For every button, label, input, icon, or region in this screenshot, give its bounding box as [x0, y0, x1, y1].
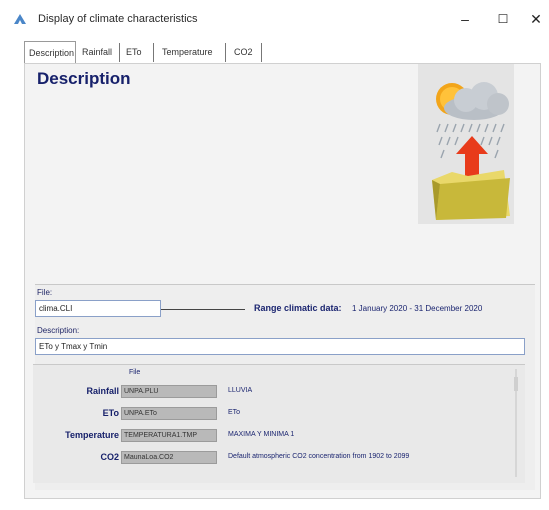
rainfall-file-field: UNPA.PLU [121, 385, 217, 398]
description-label: Description: [37, 326, 80, 335]
co2-description: Default atmospheric CO2 concentration fr… [228, 453, 410, 460]
range-connector-line [161, 309, 245, 310]
scrollbar[interactable] [511, 367, 521, 479]
eto-file-field: UNPA.ETo [121, 407, 217, 420]
eto-row-label: ETo [102, 408, 119, 418]
page-title: Description [37, 69, 131, 88]
window-title: Display of climate characteristics [38, 13, 198, 25]
tab-co2[interactable]: CO2 [230, 43, 262, 62]
climate-window: Display of climate characteristics – ☐ ✕… [0, 0, 549, 510]
range-label: Range climatic data: [254, 303, 342, 313]
tab-eto[interactable]: ETo [122, 43, 154, 62]
tab-temperature[interactable]: Temperature [158, 43, 226, 62]
app-icon [14, 14, 26, 24]
co2-file-field: MaunaLoa.CO2 [121, 451, 217, 464]
description-field[interactable]: ETo y Tmax y Tmin [35, 338, 525, 355]
file-field[interactable]: clima.CLI [35, 300, 161, 317]
maximize-button[interactable]: ☐ [488, 6, 518, 32]
title-bar[interactable]: Display of climate characteristics – ☐ ✕ [0, 0, 549, 38]
weather-folder-icon [418, 64, 514, 224]
file-column-header: File [129, 369, 141, 376]
range-value: 1 January 2020 - 31 December 2020 [352, 304, 483, 313]
temperature-file-field: TEMPERATURA1.TMP [121, 429, 217, 442]
file-label: File: [37, 288, 53, 297]
eto-description: ETo [228, 409, 241, 416]
rainfall-description: LLUVIA [228, 387, 253, 394]
tab-rainfall[interactable]: Rainfall [78, 43, 120, 62]
climate-files-list: File Rainfall UNPA.PLU LLUVIA ETo UNPA.E… [33, 364, 525, 483]
close-button[interactable]: ✕ [521, 6, 549, 32]
minimize-button[interactable]: – [450, 6, 480, 32]
description-panel: Description File: clima.CLI Range climat… [24, 63, 541, 499]
co2-row-label: CO2 [100, 452, 119, 462]
temperature-description: MAXIMA Y MINIMA 1 [228, 431, 295, 438]
temperature-row-label: Temperature [65, 430, 119, 440]
tab-description[interactable]: Description [24, 41, 76, 63]
rainfall-row-label: Rainfall [86, 386, 119, 396]
